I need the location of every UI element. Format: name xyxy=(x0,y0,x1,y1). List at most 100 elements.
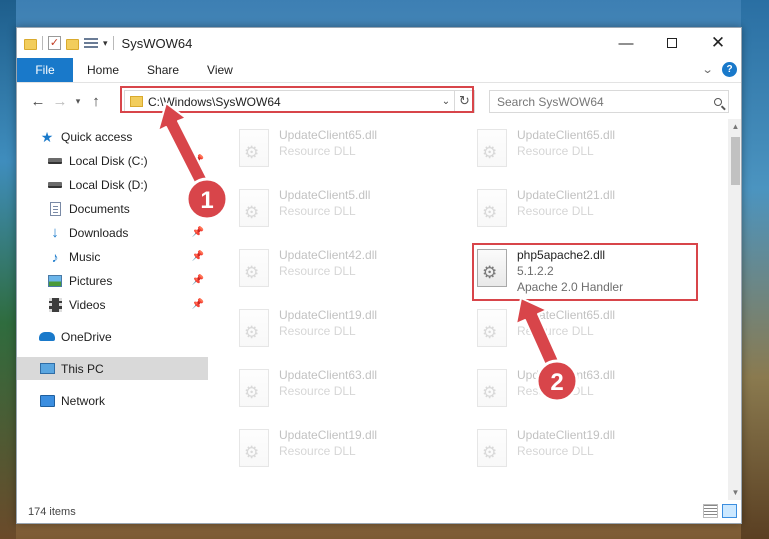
new-folder-icon[interactable] xyxy=(66,38,79,50)
sidebar-item-local-disk-c[interactable]: Local Disk (C:) 📌 xyxy=(17,149,208,172)
sidebar-item-label: Pictures xyxy=(69,273,113,288)
vertical-scrollbar[interactable]: ▲ ▼ xyxy=(728,119,741,500)
sidebar-item-onedrive[interactable]: OneDrive xyxy=(17,325,208,348)
file-item[interactable]: UpdateClient65.dll Resource DLL xyxy=(236,123,461,175)
pin-icon[interactable]: 📌 xyxy=(192,203,204,214)
maximize-icon xyxy=(667,38,677,48)
file-description: Resource DLL xyxy=(517,144,594,158)
file-description: Resource DLL xyxy=(279,444,356,458)
expand-ribbon-chevron-icon[interactable]: ⌄ xyxy=(701,63,713,76)
scroll-up-icon[interactable]: ▲ xyxy=(728,119,741,134)
sidebar-item-downloads[interactable]: ↓ Downloads 📌 xyxy=(17,221,208,244)
sidebar-item-label: Local Disk (D:) xyxy=(69,177,148,192)
sidebar-item-label: Videos xyxy=(69,297,106,312)
file-description: Resource DLL xyxy=(279,144,356,158)
up-button[interactable]: ↑ xyxy=(85,93,107,110)
file-name: UpdateClient63.dll xyxy=(279,368,378,382)
large-icons-view-icon[interactable] xyxy=(722,504,737,518)
sidebar-item-videos[interactable]: Videos 📌 xyxy=(17,293,208,316)
help-icon[interactable]: ? xyxy=(722,62,737,77)
explorer-body: ★ Quick access Local Disk (C:) 📌 Local D… xyxy=(17,119,741,500)
minimize-button[interactable]: — xyxy=(603,28,649,58)
videos-icon xyxy=(47,297,63,313)
status-bar: 174 items xyxy=(17,500,741,523)
file-item[interactable]: UpdateClient19.dll Resource DLL xyxy=(236,303,461,355)
scrollbar-thumb[interactable] xyxy=(731,137,740,185)
ribbon-right-controls: ⌄ ? xyxy=(701,62,737,77)
scroll-down-icon[interactable]: ▼ xyxy=(728,485,741,500)
sidebar-item-network[interactable]: Network xyxy=(17,389,208,412)
file-item[interactable]: UpdateClient21.dll Resource DLL xyxy=(474,183,699,235)
file-item[interactable]: UpdateClient5.dll Resource DLL xyxy=(236,183,461,235)
search-box[interactable]: Search SysWOW64 xyxy=(489,90,729,113)
tab-file[interactable]: File xyxy=(17,58,73,82)
sidebar-item-label: Local Disk (C:) xyxy=(69,153,148,168)
tab-share[interactable]: Share xyxy=(133,58,193,82)
window-title: SysWOW64 xyxy=(121,35,193,51)
properties-icon[interactable] xyxy=(84,37,98,49)
file-item[interactable]: UpdateClient19.dll Resource DLL xyxy=(474,423,699,475)
pin-icon[interactable]: 📌 xyxy=(192,227,204,238)
dll-file-icon xyxy=(239,309,269,347)
sidebar-item-local-disk-d[interactable]: Local Disk (D:) xyxy=(17,173,208,196)
address-highlight-box xyxy=(120,86,474,113)
dll-file-icon xyxy=(477,189,507,227)
pin-icon[interactable]: 📌 xyxy=(192,155,204,166)
ribbon-tabs: File Home Share View ⌄ ? xyxy=(17,58,741,83)
sidebar-item-label: This PC xyxy=(61,361,104,376)
file-name: UpdateClient19.dll xyxy=(279,308,378,322)
toolbar-separator xyxy=(42,36,43,50)
search-input[interactable]: Search SysWOW64 xyxy=(497,95,708,109)
file-description: Resource DLL xyxy=(279,324,356,338)
back-button[interactable]: ← xyxy=(27,93,49,110)
file-description: Resource DLL xyxy=(279,204,356,218)
pin-icon[interactable]: 📌 xyxy=(192,299,204,310)
drive-icon xyxy=(47,153,63,169)
sidebar-item-label: Downloads xyxy=(69,225,129,240)
tab-view[interactable]: View xyxy=(193,58,247,82)
file-name: UpdateClient65.dll xyxy=(517,128,616,142)
navigation-pane: ★ Quick access Local Disk (C:) 📌 Local D… xyxy=(17,119,208,500)
file-item[interactable]: UpdateClient19.dll Resource DLL xyxy=(236,423,461,475)
toolbar-separator xyxy=(112,36,114,50)
close-button[interactable]: ✕ xyxy=(695,28,741,58)
folder-icon xyxy=(24,38,37,50)
tab-home[interactable]: Home xyxy=(73,58,133,82)
customize-toolbar-dropdown-icon[interactable]: ▾ xyxy=(103,38,108,49)
file-item[interactable]: UpdateClient63.dll Resource DLL xyxy=(474,363,699,415)
maximize-button[interactable] xyxy=(649,28,695,58)
view-toggle xyxy=(703,504,737,518)
pin-icon[interactable]: 📌 xyxy=(192,275,204,286)
pictures-icon xyxy=(47,273,63,289)
dll-file-icon xyxy=(477,309,507,347)
sidebar-item-pictures[interactable]: Pictures 📌 xyxy=(17,269,208,292)
file-item[interactable]: UpdateClient63.dll Resource DLL xyxy=(236,363,461,415)
details-view-icon[interactable] xyxy=(703,504,718,518)
file-item[interactable]: UpdateClient65.dll Resource DLL xyxy=(474,123,699,175)
file-description: Resource DLL xyxy=(517,384,594,398)
file-name: UpdateClient65.dll xyxy=(279,128,378,142)
sidebar-item-music[interactable]: ♪ Music 📌 xyxy=(17,245,208,268)
forward-button[interactable]: → xyxy=(49,93,71,110)
sidebar-item-quick-access[interactable]: ★ Quick access xyxy=(17,125,208,148)
recent-locations-dropdown[interactable]: ▾ xyxy=(71,96,85,107)
file-highlight-box xyxy=(472,243,698,301)
search-icon[interactable] xyxy=(708,97,728,106)
dll-file-icon xyxy=(239,369,269,407)
properties-check-icon[interactable]: ✓ xyxy=(48,36,61,50)
pin-icon[interactable]: 📌 xyxy=(192,251,204,262)
file-name: UpdateClient65.dll xyxy=(517,308,616,322)
file-description: Resource DLL xyxy=(517,444,594,458)
desktop-wallpaper-left xyxy=(0,0,16,539)
file-name: UpdateClient19.dll xyxy=(279,428,378,442)
download-icon: ↓ xyxy=(51,223,59,241)
sidebar-item-this-pc[interactable]: This PC xyxy=(17,357,208,380)
file-item[interactable]: UpdateClient42.dll Resource DLL xyxy=(236,243,461,295)
sidebar-item-documents[interactable]: Documents 📌 xyxy=(17,197,208,220)
nav-buttons: ← → ▾ ↑ xyxy=(17,93,123,110)
star-icon: ★ xyxy=(40,128,54,145)
file-name: UpdateClient42.dll xyxy=(279,248,378,262)
file-description: Resource DLL xyxy=(279,264,356,278)
file-list: UpdateClient65.dll Resource DLL UpdateCli… xyxy=(210,119,730,500)
file-item[interactable]: UpdateClient65.dll Resource DLL xyxy=(474,303,699,355)
